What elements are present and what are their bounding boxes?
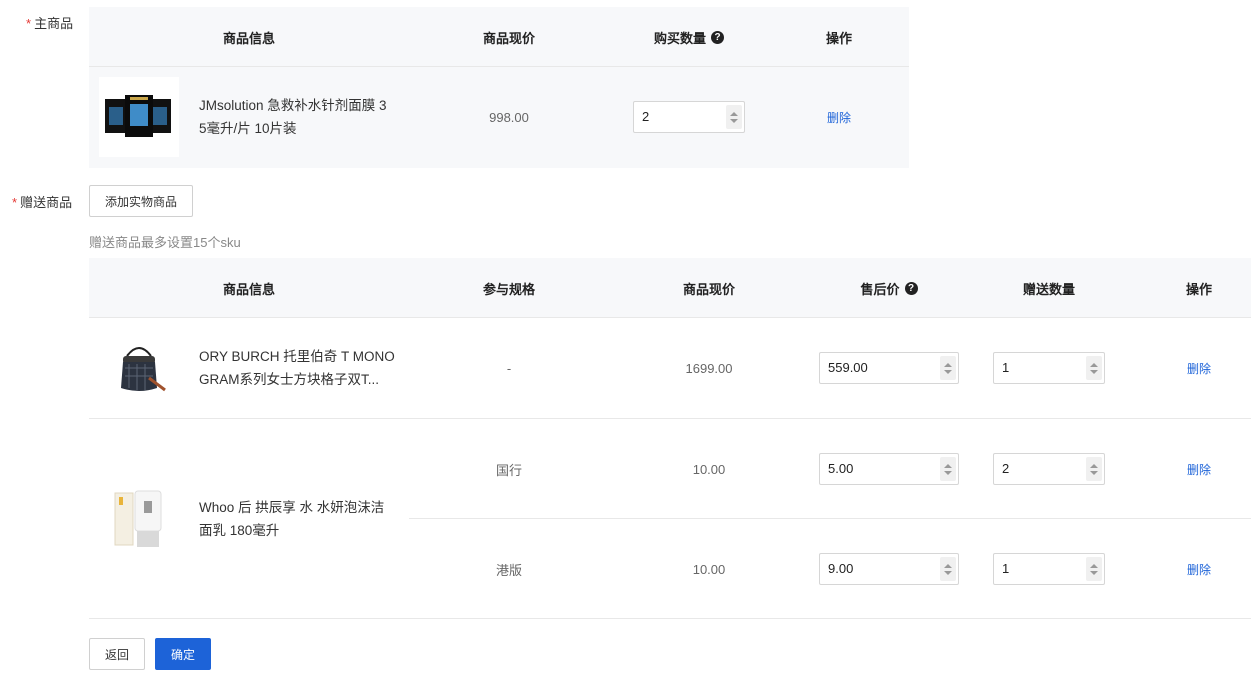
increment-icon[interactable] bbox=[1090, 362, 1098, 367]
quantity-stepper[interactable]: 2 bbox=[633, 101, 745, 133]
after-sale-price-value[interactable]: 5.00 bbox=[828, 454, 853, 484]
product-name: Whoo 后 拱辰享 水 水妍泡沫洁 面乳 180毫升 bbox=[199, 500, 385, 538]
after-sale-price-stepper[interactable]: 5.00 bbox=[819, 453, 959, 485]
decrement-icon[interactable] bbox=[944, 369, 952, 374]
col-header-action: 操作 bbox=[1185, 281, 1212, 297]
product-image bbox=[99, 479, 179, 559]
col-header-gift-qty: 赠送数量 bbox=[1022, 281, 1075, 297]
decrement-icon[interactable] bbox=[1090, 470, 1098, 475]
col-header-info: 商品信息 bbox=[222, 281, 275, 297]
sku-row: 港版 10.00 9.00 1 删除 bbox=[409, 519, 1251, 619]
gift-quantity-value[interactable]: 1 bbox=[1002, 554, 1009, 584]
quantity-value[interactable]: 2 bbox=[642, 102, 649, 132]
after-sale-price-value[interactable]: 559.00 bbox=[828, 353, 868, 383]
stepper-arrows[interactable] bbox=[726, 105, 742, 129]
main-product-label: * 主商品 bbox=[26, 16, 74, 31]
increment-icon[interactable] bbox=[944, 463, 952, 468]
gift-product-table: 商品信息 参与规格 商品现价 售后价? 赠送数量 操作 ORY BURCH 托里… bbox=[89, 258, 1251, 619]
col-header-action: 操作 bbox=[825, 30, 852, 46]
product-price: 1699.00 bbox=[685, 360, 733, 376]
gift-product-label: * 赠送商品 bbox=[12, 195, 73, 210]
gift-quantity-stepper[interactable]: 1 bbox=[993, 352, 1105, 384]
table-row: Whoo 后 拱辰享 水 水妍泡沫洁 面乳 180毫升 国行 10.00 5.0… bbox=[89, 419, 1251, 619]
add-physical-product-button[interactable]: 添加实物商品 bbox=[89, 185, 193, 217]
stepper-arrows[interactable] bbox=[1086, 557, 1102, 581]
increment-icon[interactable] bbox=[944, 362, 952, 367]
help-icon[interactable]: ? bbox=[904, 281, 918, 295]
gift-quantity-value[interactable]: 1 bbox=[1002, 353, 1009, 383]
main-table-header: 商品信息 商品现价 购买数量? 操作 bbox=[89, 7, 909, 67]
stepper-arrows[interactable] bbox=[1086, 356, 1102, 380]
delete-link[interactable]: 删除 bbox=[1149, 419, 1249, 519]
stepper-arrows[interactable] bbox=[1086, 457, 1102, 481]
delete-link[interactable]: 删除 bbox=[1149, 318, 1249, 418]
increment-icon[interactable] bbox=[730, 111, 738, 116]
stepper-arrows[interactable] bbox=[940, 557, 956, 581]
product-price: 998.00 bbox=[489, 110, 529, 125]
decrement-icon[interactable] bbox=[944, 470, 952, 475]
gift-quantity-stepper[interactable]: 2 bbox=[993, 453, 1105, 485]
table-row: JMsolution 急救补水针剂面膜 3 5毫升/片 10片装 998.00 … bbox=[89, 67, 909, 168]
sku-spec: 港版 bbox=[495, 562, 522, 578]
confirm-button[interactable]: 确定 bbox=[155, 638, 211, 670]
col-header-after-price: 售后价? bbox=[819, 258, 959, 318]
stepper-arrows[interactable] bbox=[940, 356, 956, 380]
sku-row: 国行 10.00 5.00 2 删除 bbox=[409, 419, 1251, 519]
col-header-spec: 参与规格 bbox=[482, 281, 535, 297]
delete-link[interactable]: 删除 bbox=[1149, 519, 1249, 619]
increment-icon[interactable] bbox=[944, 563, 952, 568]
sku-price: 10.00 bbox=[692, 561, 726, 577]
product-spec: - bbox=[506, 360, 512, 376]
decrement-icon[interactable] bbox=[1090, 570, 1098, 575]
divider bbox=[89, 618, 1251, 619]
product-image bbox=[99, 77, 179, 157]
increment-icon[interactable] bbox=[1090, 563, 1098, 568]
main-product-table: 商品信息 商品现价 购买数量? 操作 JMsolution 急救补水针剂面膜 3… bbox=[89, 7, 909, 168]
col-header-price: 商品现价 bbox=[482, 30, 535, 46]
help-icon[interactable]: ? bbox=[711, 30, 724, 44]
gift-quantity-stepper[interactable]: 1 bbox=[993, 553, 1105, 585]
product-name: ORY BURCH 托里伯奇 T MONO GRAM系列女士方块格子双T... bbox=[199, 349, 395, 387]
after-sale-price-stepper[interactable]: 9.00 bbox=[819, 553, 959, 585]
delete-link[interactable]: 删除 bbox=[789, 67, 889, 168]
increment-icon[interactable] bbox=[1090, 463, 1098, 468]
col-header-price: 商品现价 bbox=[682, 281, 735, 297]
sku-price: 10.00 bbox=[692, 461, 726, 477]
product-name: JMsolution 急救补水针剂面膜 3 5毫升/片 10片装 bbox=[199, 98, 387, 136]
after-sale-price-value[interactable]: 9.00 bbox=[828, 554, 853, 584]
sku-spec: 国行 bbox=[495, 462, 522, 478]
gift-limit-hint: 赠送商品最多设置15个sku bbox=[89, 235, 241, 250]
decrement-icon[interactable] bbox=[1090, 369, 1098, 374]
stepper-arrows[interactable] bbox=[940, 457, 956, 481]
after-sale-price-stepper[interactable]: 559.00 bbox=[819, 352, 959, 384]
product-image bbox=[99, 328, 179, 408]
col-header-qty: 购买数量? bbox=[619, 7, 759, 67]
gift-quantity-value[interactable]: 2 bbox=[1002, 454, 1009, 484]
gift-table-header: 商品信息 参与规格 商品现价 售后价? 赠送数量 操作 bbox=[89, 258, 1251, 318]
table-row: ORY BURCH 托里伯奇 T MONO GRAM系列女士方块格子双T... … bbox=[89, 318, 1251, 418]
decrement-icon[interactable] bbox=[730, 118, 738, 123]
back-button[interactable]: 返回 bbox=[89, 638, 145, 670]
decrement-icon[interactable] bbox=[944, 570, 952, 575]
col-header-info: 商品信息 bbox=[222, 30, 275, 46]
